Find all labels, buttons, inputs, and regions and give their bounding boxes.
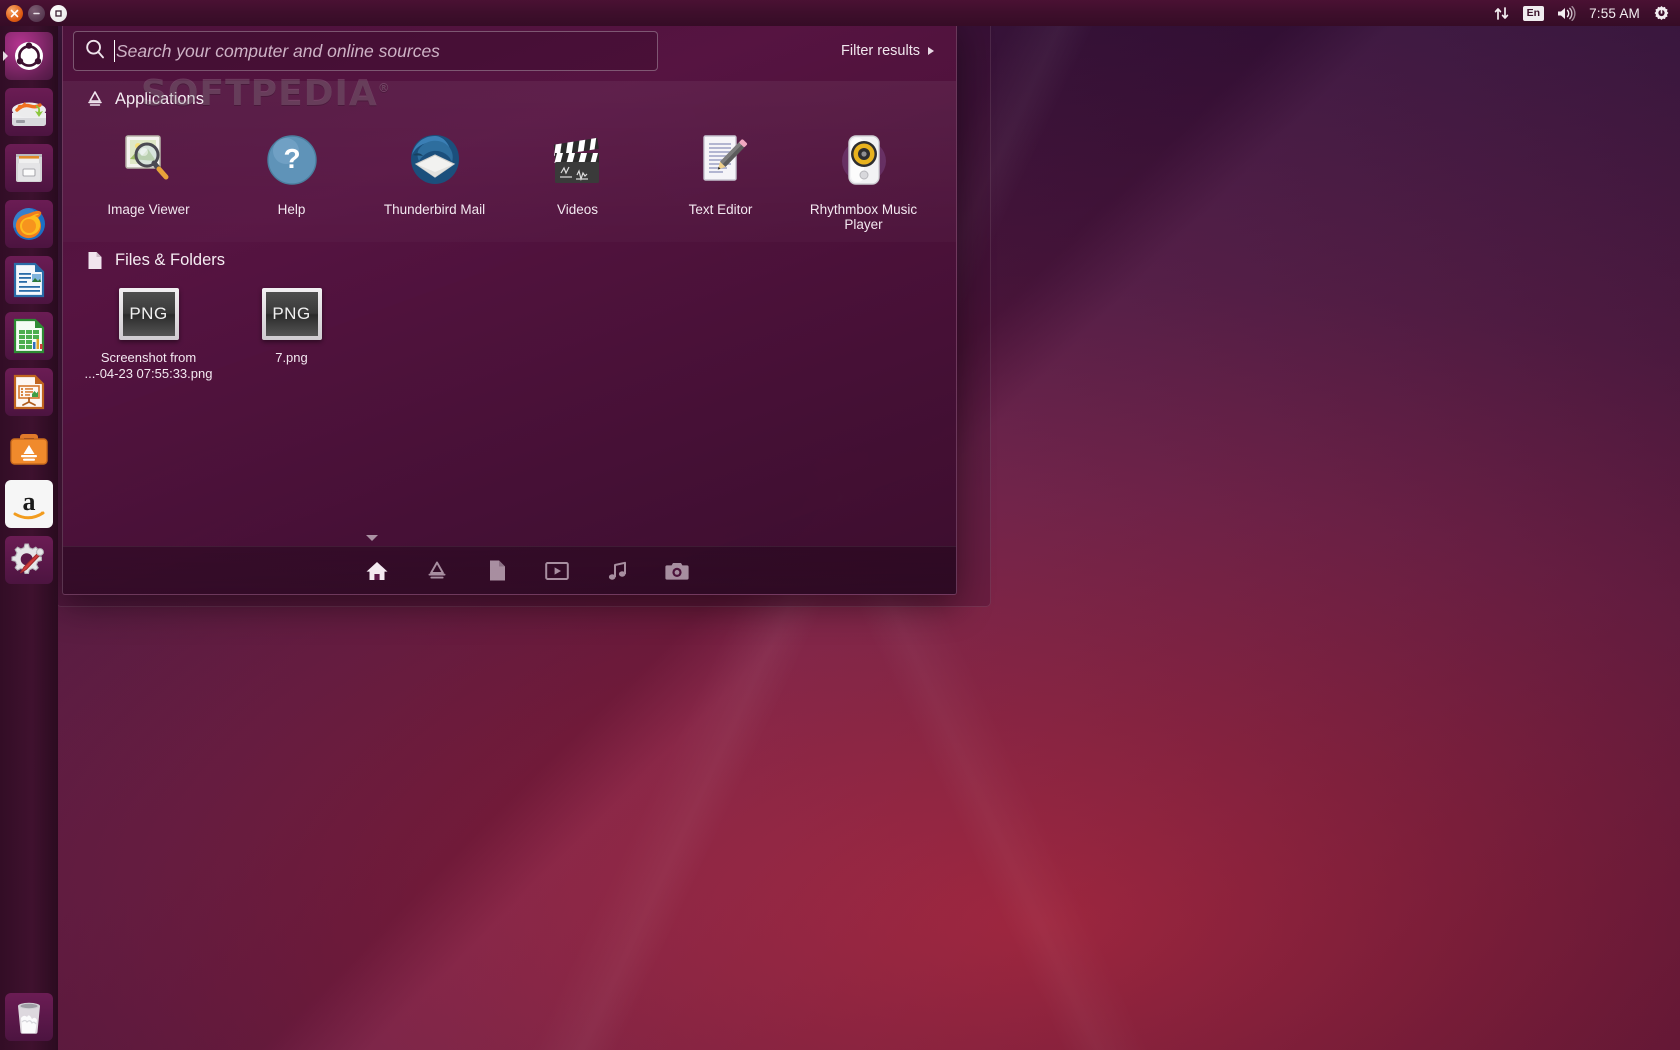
rhythmbox-icon bbox=[831, 127, 897, 193]
result-item-label: 7.png bbox=[222, 350, 362, 366]
chevron-down-icon[interactable] bbox=[366, 535, 378, 541]
network-transfer-icon[interactable] bbox=[1494, 6, 1510, 21]
result-item-label: Image Viewer bbox=[81, 202, 216, 217]
applications-lens-icon bbox=[85, 89, 105, 109]
amazon-icon: a bbox=[5, 480, 53, 528]
launcher-active-arrow-icon bbox=[3, 51, 8, 61]
ubuntu-logo-icon bbox=[5, 32, 53, 80]
sidebar-item-libreoffice-calc[interactable] bbox=[4, 311, 54, 361]
sidebar-item-libreoffice-impress[interactable] bbox=[4, 367, 54, 417]
group-title: Applications bbox=[115, 90, 204, 109]
panel-indicators: En 7:55 AM bbox=[1494, 5, 1680, 22]
calc-icon bbox=[5, 312, 53, 360]
search-icon bbox=[84, 38, 106, 65]
result-item-label: Rhythmbox Music Player bbox=[796, 202, 931, 232]
window-minimize-button[interactable] bbox=[28, 5, 45, 22]
image-viewer-icon bbox=[116, 127, 182, 193]
files-lens-icon bbox=[85, 250, 105, 270]
lens-files[interactable] bbox=[483, 557, 511, 585]
dash-search-row: Filter results bbox=[63, 21, 956, 81]
sidebar-item-files-home[interactable] bbox=[4, 87, 54, 137]
sidebar-item-trash[interactable] bbox=[4, 992, 54, 1042]
search-input-container[interactable] bbox=[73, 31, 658, 71]
sidebar-item-bfb-dash-home[interactable] bbox=[4, 31, 54, 81]
dash-group-applications: Applications Image Viewer bbox=[63, 81, 956, 242]
home-folder-icon bbox=[5, 88, 53, 136]
unity-dash: Filter results SOFTPEDIA® Applications bbox=[62, 20, 957, 595]
keyboard-layout-indicator[interactable]: En bbox=[1523, 6, 1544, 21]
group-title: Files & Folders bbox=[115, 251, 225, 270]
filter-results-label: Filter results bbox=[841, 43, 920, 59]
result-item-label: Screenshot from ...-04-23 07:55:33.png bbox=[79, 350, 219, 382]
lens-home[interactable] bbox=[363, 557, 391, 585]
window-controls bbox=[0, 5, 67, 22]
unity-launcher: a bbox=[0, 26, 58, 1050]
result-item-label-line1: 7.png bbox=[222, 350, 362, 366]
result-item-help[interactable]: ? Help bbox=[220, 123, 363, 232]
top-panel: En 7:55 AM bbox=[0, 0, 1680, 26]
sidebar-item-amazon[interactable]: a bbox=[4, 479, 54, 529]
clock-indicator[interactable]: 7:55 AM bbox=[1589, 6, 1640, 21]
sidebar-item-firefox[interactable] bbox=[4, 199, 54, 249]
svg-text:?: ? bbox=[283, 143, 300, 174]
trash-icon bbox=[5, 993, 53, 1041]
lens-music[interactable] bbox=[603, 557, 631, 585]
file-cabinet-icon bbox=[5, 144, 53, 192]
result-item-rhythmbox-music-player[interactable]: Rhythmbox Music Player bbox=[792, 123, 935, 232]
sidebar-item-libreoffice-writer[interactable] bbox=[4, 255, 54, 305]
impress-icon bbox=[5, 368, 53, 416]
thunderbird-icon bbox=[402, 127, 468, 193]
chevron-right-icon bbox=[928, 47, 934, 55]
videos-icon bbox=[545, 127, 611, 193]
lens-photos[interactable] bbox=[663, 557, 691, 585]
search-input[interactable] bbox=[116, 41, 647, 62]
window-maximize-button[interactable] bbox=[50, 5, 67, 22]
result-item-screenshot-png[interactable]: PNG Screenshot from ...-04-23 07:55:33.p… bbox=[77, 288, 220, 382]
firefox-icon bbox=[5, 200, 53, 248]
lens-applications[interactable] bbox=[423, 557, 451, 585]
help-icon: ? bbox=[259, 127, 325, 193]
dash-group-files-folders: Files & Folders PNG Screenshot from ...-… bbox=[63, 242, 956, 392]
search-text-caret bbox=[114, 40, 115, 62]
result-item-text-editor[interactable]: Text Editor bbox=[649, 123, 792, 232]
png-badge: PNG bbox=[266, 292, 318, 336]
software-center-icon bbox=[5, 424, 53, 472]
png-badge: PNG bbox=[123, 292, 175, 336]
session-gear-icon[interactable] bbox=[1653, 5, 1670, 22]
svg-text:a: a bbox=[23, 487, 36, 516]
text-editor-icon bbox=[688, 127, 754, 193]
result-item-label: Videos bbox=[510, 202, 645, 217]
result-item-label: Help bbox=[224, 202, 359, 217]
applications-result-grid: Image Viewer ? Help bbox=[63, 117, 956, 232]
result-item-7-png[interactable]: PNG 7.png bbox=[220, 288, 363, 382]
result-item-videos[interactable]: Videos bbox=[506, 123, 649, 232]
dash-lens-bar bbox=[63, 546, 956, 594]
writer-icon bbox=[5, 256, 53, 304]
sidebar-item-system-settings[interactable] bbox=[4, 535, 54, 585]
group-header-applications[interactable]: Applications bbox=[63, 81, 956, 117]
volume-icon[interactable] bbox=[1557, 6, 1576, 21]
sidebar-item-ubuntu-software-center[interactable] bbox=[4, 423, 54, 473]
group-header-files-folders[interactable]: Files & Folders bbox=[63, 242, 956, 278]
result-item-label-line2: ...-04-23 07:55:33.png bbox=[79, 366, 219, 382]
result-item-label-line1: Screenshot from bbox=[79, 350, 219, 366]
result-item-image-viewer[interactable]: Image Viewer bbox=[77, 123, 220, 232]
result-item-thunderbird-mail[interactable]: Thunderbird Mail bbox=[363, 123, 506, 232]
files-result-grid: PNG Screenshot from ...-04-23 07:55:33.p… bbox=[63, 278, 956, 382]
png-file-icon: PNG bbox=[262, 288, 322, 340]
system-settings-icon bbox=[5, 536, 53, 584]
result-item-label: Text Editor bbox=[653, 202, 788, 217]
png-file-icon: PNG bbox=[119, 288, 179, 340]
result-item-label: Thunderbird Mail bbox=[367, 202, 502, 217]
window-close-button[interactable] bbox=[6, 5, 23, 22]
sidebar-item-file-cabinet[interactable] bbox=[4, 143, 54, 193]
lens-video[interactable] bbox=[543, 557, 571, 585]
filter-results-button[interactable]: Filter results bbox=[841, 43, 934, 59]
